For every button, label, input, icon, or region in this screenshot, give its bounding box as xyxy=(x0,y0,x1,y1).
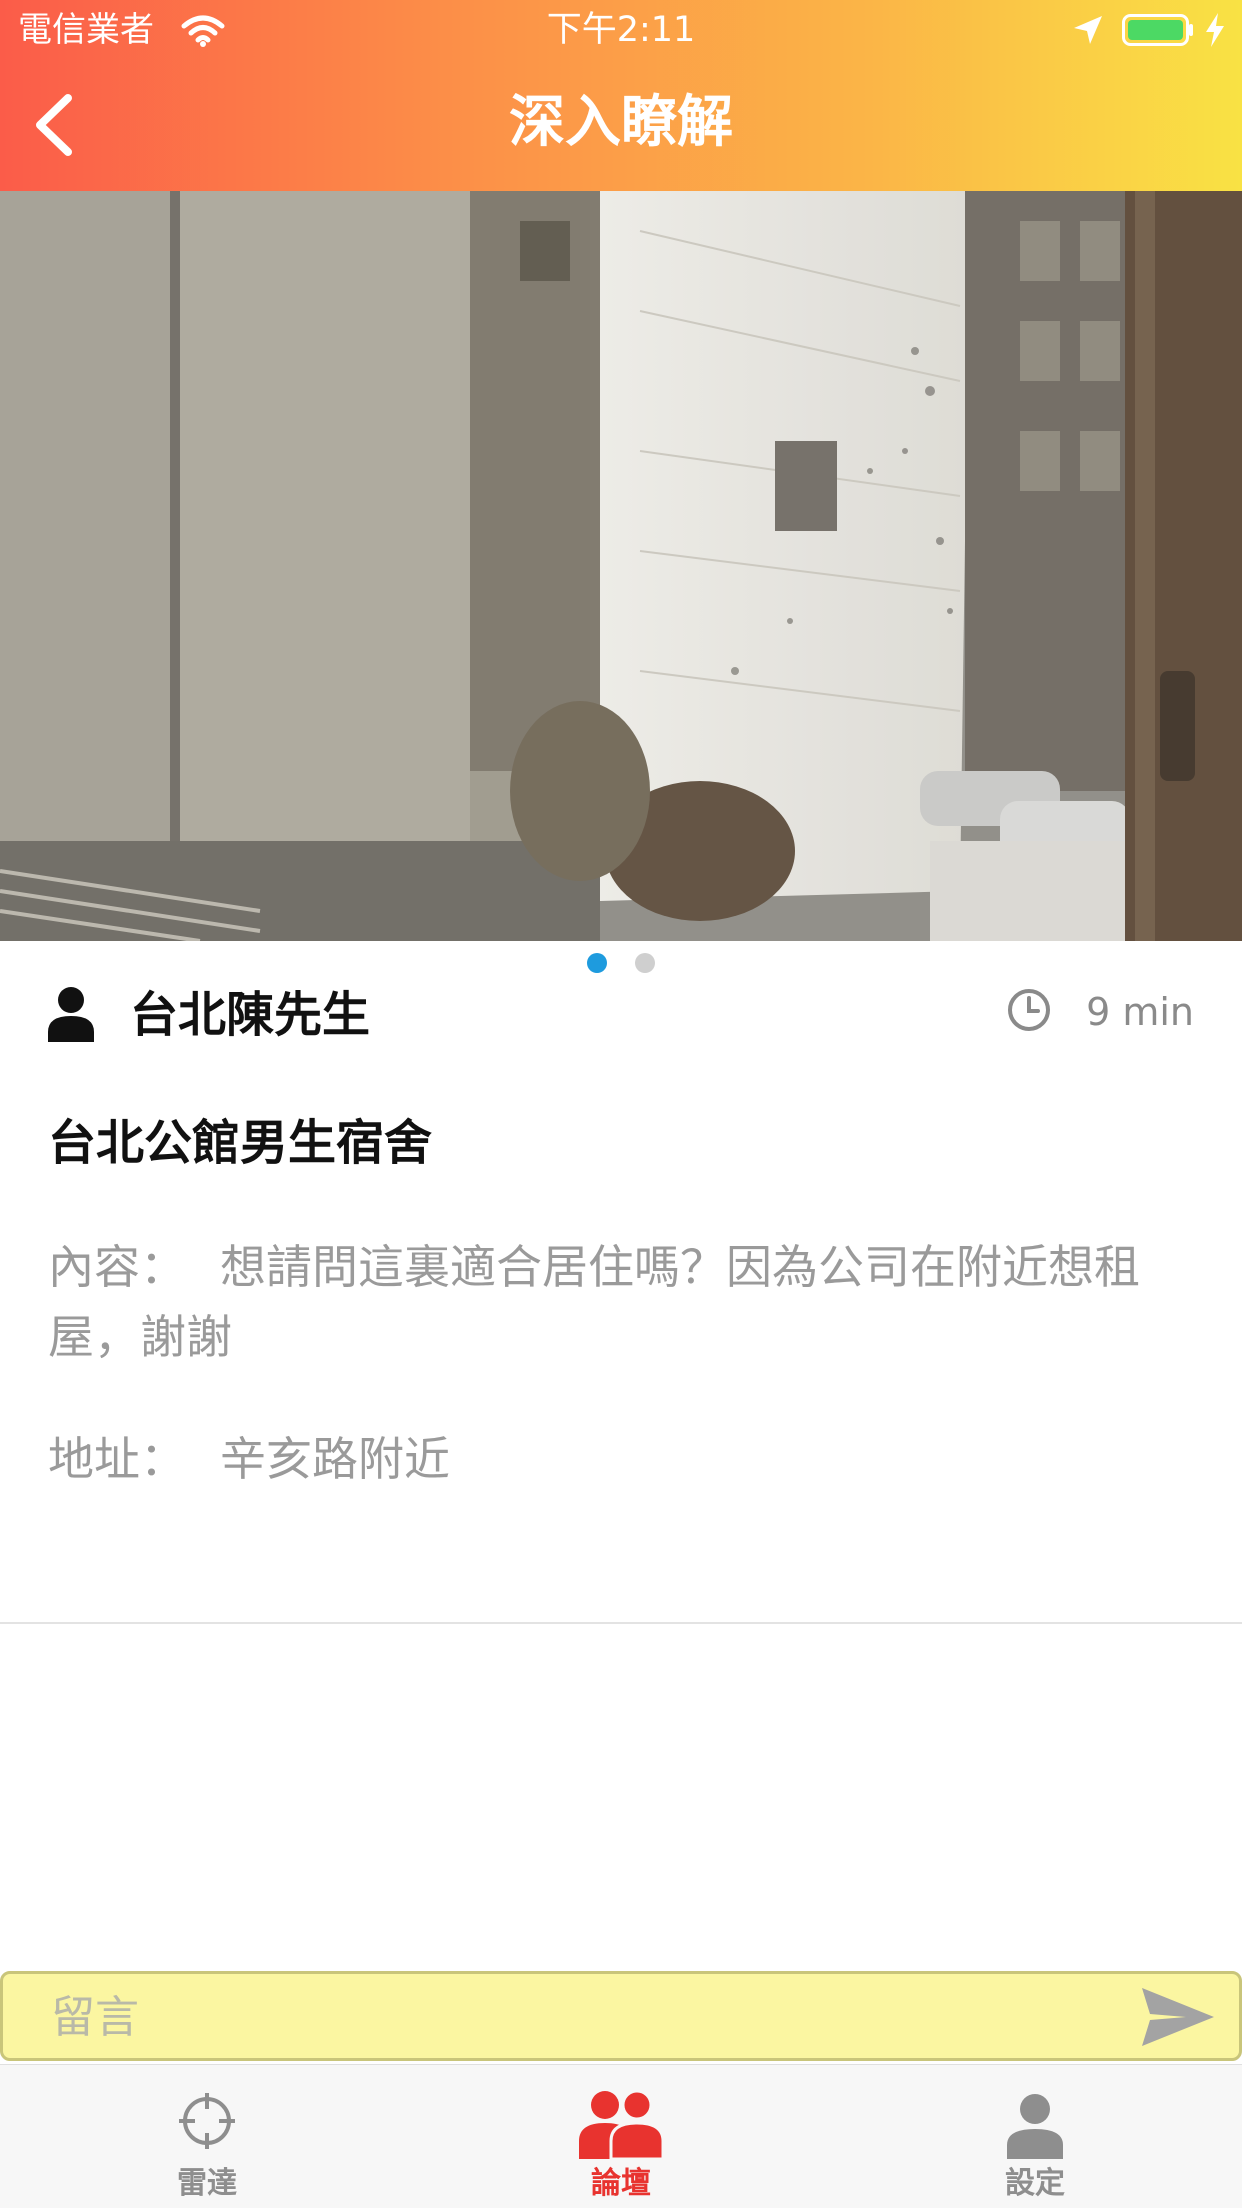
post-time-ago: 9 min xyxy=(1086,990,1194,1034)
people-icon xyxy=(579,2089,665,2159)
clock-icon xyxy=(1008,989,1050,1031)
post-address: 地址： 辛亥路附近 xyxy=(48,1427,1198,1491)
tab-settings-label: 設定 xyxy=(1005,2166,1065,2201)
person-icon xyxy=(1007,2094,1063,2159)
content-text: 想請問這裏適合居住嗎？因為公司在附近想租屋，謝謝 xyxy=(48,1240,1140,1364)
page-title: 深入瞭解 xyxy=(509,90,733,155)
tab-radar[interactable]: 雷達 xyxy=(0,2065,414,2208)
post-photo-carousel[interactable] xyxy=(0,191,1242,941)
location-arrow-icon xyxy=(1074,16,1102,44)
app-screen: 電信業者 下午2:11 深入瞭解 台北陳先生 9 min 台北公館男生宿舍 內容… xyxy=(0,0,1242,2208)
tab-settings[interactable]: 設定 xyxy=(828,2065,1242,2208)
status-bar: 電信業者 下午2:11 xyxy=(0,0,1242,60)
post-photo xyxy=(0,191,1242,941)
charging-bolt-icon xyxy=(1206,13,1224,47)
author-name: 台北陳先生 xyxy=(130,987,371,1043)
author-row: 台北陳先生 9 min xyxy=(0,980,1242,1050)
person-icon xyxy=(48,987,94,1042)
address-label: 地址： xyxy=(48,1432,186,1486)
send-icon[interactable] xyxy=(1138,1982,1218,2052)
page-indicator[interactable] xyxy=(0,953,1242,977)
tab-radar-label: 雷達 xyxy=(177,2166,237,2201)
page-dot[interactable] xyxy=(635,953,655,973)
content-label: 內容： xyxy=(48,1240,186,1294)
divider xyxy=(0,1622,1242,1624)
battery-icon xyxy=(1122,14,1193,46)
header: 電信業者 下午2:11 深入瞭解 xyxy=(0,0,1242,191)
post-title: 台北公館男生宿舍 xyxy=(48,1115,433,1171)
tab-bar: 雷達 論壇 設定 xyxy=(0,2064,1242,2208)
comment-bar xyxy=(0,1971,1242,2061)
tab-forum[interactable]: 論壇 xyxy=(414,2065,828,2208)
address-text: 辛亥路附近 xyxy=(220,1432,450,1486)
comment-input[interactable] xyxy=(51,1982,1111,2052)
post-content: 內容： 想請問這裏適合居住嗎？因為公司在附近想租屋，謝謝 xyxy=(48,1232,1198,1372)
status-time: 下午2:11 xyxy=(546,10,696,50)
tab-forum-label: 論壇 xyxy=(591,2166,651,2201)
page-dot-active[interactable] xyxy=(587,953,607,973)
nav-bar: 深入瞭解 xyxy=(0,60,1242,191)
crosshair-icon xyxy=(179,2093,235,2149)
